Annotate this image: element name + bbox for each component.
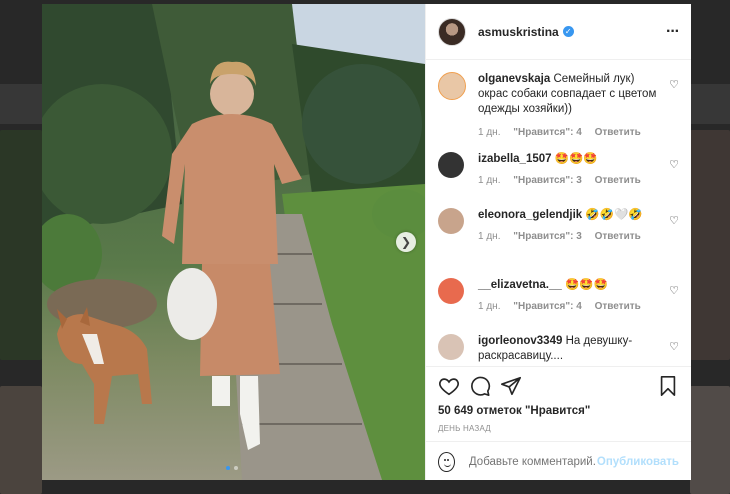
comment-like-heart-icon[interactable]: ♡ [669, 78, 679, 91]
carousel-dot-active [226, 466, 230, 470]
comment-item: igorleonov3349 На девушку-раскрасавицу..… [438, 334, 679, 366]
comment-meta: 1 дн. "Нравится": 3 Ответить [478, 229, 657, 244]
carousel-dot [234, 466, 238, 470]
commenter-avatar[interactable] [438, 72, 466, 100]
post-photo[interactable]: ❯ [42, 4, 425, 480]
comment-item: __elizavetna.__ 🤩🤩🤩 1 дн. "Нравится": 4 … [438, 278, 679, 323]
comment-text: 🤣🤣🤍🤣 [585, 209, 643, 221]
add-comment-bar: Опубликовать [426, 441, 691, 481]
post-header: asmuskristina ✓ ··· [426, 4, 691, 60]
carousel-indicator [226, 466, 238, 470]
comment-meta: 1 дн. "Нравится": 4 Ответить [478, 125, 657, 140]
post-side-panel: asmuskristina ✓ ··· olganevskaja Семейны… [425, 4, 691, 480]
comment-meta: 1 дн. "Нравится": 3 Ответить [478, 173, 657, 188]
comment-likes[interactable]: "Нравится": 4 [513, 301, 582, 312]
comment-item: eleonora_gelendjik 🤣🤣🤍🤣 1 дн. "Нравится"… [438, 208, 679, 263]
comment-age[interactable]: 1 дн. [478, 175, 500, 186]
comment-username[interactable]: izabella_1507 [478, 153, 552, 165]
reply-button[interactable]: Ответить [595, 231, 641, 242]
comment-likes[interactable]: "Нравится": 3 [513, 175, 582, 186]
comment-item: izabella_1507 🤩🤩🤩 1 дн. "Нравится": 3 От… [438, 152, 679, 197]
comment-text: 🤩🤩🤩 [554, 153, 598, 165]
author-avatar[interactable] [438, 17, 466, 46]
comment-age[interactable]: 1 дн. [478, 127, 500, 138]
comment-age[interactable]: 1 дн. [478, 231, 500, 242]
comment-like-heart-icon[interactable]: ♡ [669, 340, 679, 353]
verified-badge-icon: ✓ [562, 26, 574, 37]
comment-username[interactable]: igorleonov3349 [478, 335, 562, 347]
author-username[interactable]: asmuskristina [478, 25, 559, 39]
comment-likes[interactable]: "Нравится": 3 [513, 231, 582, 242]
reply-button[interactable]: Ответить [595, 175, 641, 186]
likes-count[interactable]: 50 649 отметок "Нравится" [438, 405, 590, 417]
commenter-avatar[interactable] [438, 278, 464, 304]
share-direct-icon[interactable] [500, 375, 522, 397]
comment-like-heart-icon[interactable]: ♡ [669, 158, 679, 171]
comment-input[interactable] [466, 454, 597, 469]
comment-bubble-icon[interactable] [469, 375, 491, 397]
commenter-avatar[interactable] [438, 208, 464, 234]
comment-username[interactable]: __elizavetna.__ [478, 279, 562, 291]
comment-item: olganevskaja Семейный лук) окрас собаки … [438, 72, 679, 142]
comment-body: eleonora_gelendjik 🤣🤣🤍🤣 1 дн. "Нравится"… [478, 208, 657, 244]
comment-like-heart-icon[interactable]: ♡ [669, 284, 679, 297]
save-bookmark-icon[interactable] [657, 375, 679, 397]
chevron-right-icon: ❯ [400, 235, 412, 249]
publish-comment-button[interactable]: Опубликовать [597, 456, 679, 468]
post-actions: 50 649 отметок "Нравится" ДЕНЬ НАЗАД Опу… [426, 366, 691, 477]
post-date[interactable]: ДЕНЬ НАЗАД [438, 424, 491, 433]
comment-body: igorleonov3349 На девушку-раскрасавицу..… [478, 334, 657, 364]
comment-body: __elizavetna.__ 🤩🤩🤩 1 дн. "Нравится": 4 … [478, 278, 657, 314]
commenter-avatar[interactable] [438, 152, 464, 178]
comment-body: olganevskaja Семейный лук) окрас собаки … [478, 72, 657, 140]
comment-username[interactable]: olganevskaja [478, 73, 550, 85]
comment-meta: 1 дн. "Нравится": 4 Ответить [478, 299, 657, 314]
action-icons-row [438, 375, 679, 399]
comment-text: 🤩🤩🤩 [564, 279, 608, 291]
next-image-button[interactable]: ❯ [396, 232, 416, 252]
reply-button[interactable]: Ответить [595, 301, 641, 312]
comment-body: izabella_1507 🤩🤩🤩 1 дн. "Нравится": 3 От… [478, 152, 657, 188]
comments-list: olganevskaja Семейный лук) окрас собаки … [426, 60, 691, 366]
more-options-icon[interactable]: ··· [666, 23, 680, 41]
commenter-avatar[interactable] [438, 334, 464, 360]
comment-age[interactable]: 1 дн. [478, 301, 500, 312]
post-photo-illustration [42, 4, 425, 480]
comment-likes[interactable]: "Нравится": 4 [513, 127, 582, 138]
reply-button[interactable]: Ответить [595, 127, 641, 138]
emoji-smiley-icon[interactable] [438, 451, 455, 472]
comment-username[interactable]: eleonora_gelendjik [478, 209, 582, 221]
comment-like-heart-icon[interactable]: ♡ [669, 214, 679, 227]
like-heart-icon[interactable] [438, 375, 460, 397]
